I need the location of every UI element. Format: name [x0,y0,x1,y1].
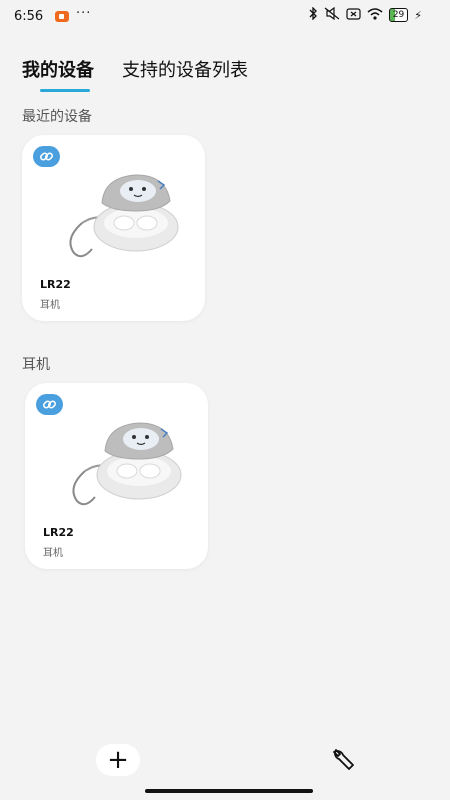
tab-my-devices[interactable]: 我的设备 [22,56,94,92]
mute-icon [324,6,340,23]
sim-icon [346,7,361,23]
plus-icon: + [107,745,129,775]
bluetooth-icon [308,6,318,23]
add-device-button[interactable]: + [96,744,140,776]
status-icons: 29 ⚡ [308,6,422,23]
tools-button[interactable] [328,744,358,774]
earbuds-case-image [69,174,179,258]
device-card[interactable]: LR22 耳机 [25,383,208,569]
tab-supported-devices[interactable]: 支持的设备列表 [122,56,248,92]
status-time: 6:56 [14,9,44,24]
active-tab-indicator [40,89,90,92]
more-dots-icon: ··· [76,6,92,21]
device-card[interactable]: LR22 耳机 [22,135,205,321]
home-indicator[interactable] [145,789,313,793]
section-title-recent: 最近的设备 [22,109,92,125]
recording-icon [55,11,69,22]
device-name: LR22 [43,526,74,539]
wrench-icon [333,749,354,770]
charging-icon: ⚡ [414,8,422,22]
tab-my-devices-label: 我的设备 [22,60,94,81]
link-icon[interactable] [33,146,60,167]
tab-bar: 我的设备 支持的设备列表 [22,56,248,92]
wifi-icon [367,7,383,23]
device-type: 耳机 [43,548,63,559]
device-name: LR22 [40,278,71,291]
battery-icon: 29 [388,8,409,22]
earbuds-case-image [72,422,182,506]
tab-supported-devices-label: 支持的设备列表 [122,60,248,81]
device-type: 耳机 [40,300,60,311]
link-icon[interactable] [36,394,63,415]
section-title-earphones: 耳机 [22,357,50,373]
status-bar: 6:56 ··· 29 ⚡ [0,0,450,34]
